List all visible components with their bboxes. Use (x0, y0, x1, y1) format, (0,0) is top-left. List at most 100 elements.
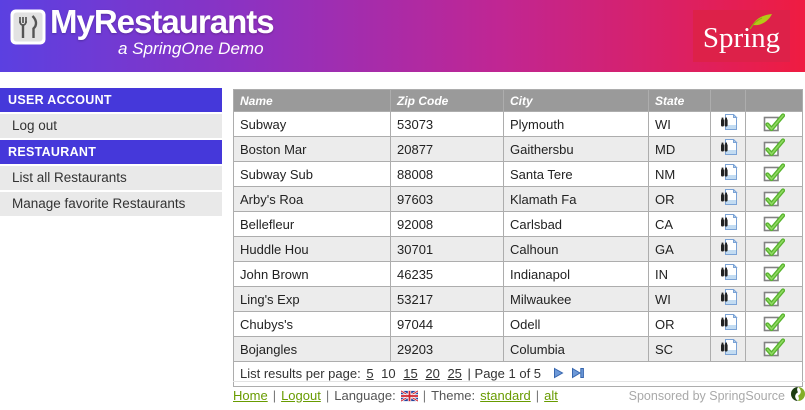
view-details-button[interactable] (719, 239, 738, 256)
favorite-checkbox[interactable] (763, 138, 785, 157)
column-header-name: Name (234, 90, 391, 112)
view-details-button[interactable] (719, 114, 738, 131)
sidebar-section-restaurant: RESTAURANT (0, 140, 222, 166)
page-subtitle: a SpringOne Demo (118, 39, 274, 59)
logout-link[interactable]: Logout (281, 388, 321, 403)
table-header-row: Name Zip Code City State (234, 90, 803, 112)
separator: | (536, 388, 539, 403)
cell-state: IN (649, 262, 711, 287)
cell-zip: 97603 (391, 187, 504, 212)
cell-name: Bojangles (234, 337, 391, 362)
cell-name: Chubys's (234, 312, 391, 337)
sidebar-item-logout[interactable]: Log out (0, 114, 222, 140)
cell-zip: 20877 (391, 137, 504, 162)
theme-label: Theme: (431, 388, 475, 403)
favorite-checkbox[interactable] (763, 288, 785, 307)
table-row: Subway Sub 88008 Santa Tere NM (234, 162, 803, 187)
next-page-button[interactable] (553, 367, 564, 379)
cell-city: Klamath Fa (504, 187, 649, 212)
table-row: Arby's Roa 97603 Klamath Fa OR (234, 187, 803, 212)
table-row: Bellefleur 92008 Carlsbad CA (234, 212, 803, 237)
favorite-checked-icon (763, 245, 785, 260)
sponsor-text: Sponsored by SpringSource (629, 389, 785, 403)
view-details-icon (719, 194, 738, 209)
favorite-checkbox[interactable] (763, 188, 785, 207)
favorite-checked-icon (763, 170, 785, 185)
column-header-zip: Zip Code (391, 90, 504, 112)
per-page-option-15[interactable]: 15 (403, 366, 417, 381)
view-details-button[interactable] (719, 314, 738, 331)
view-details-icon (719, 244, 738, 259)
cell-zip: 29203 (391, 337, 504, 362)
page: MyRestaurants a SpringOne Demo Spring US… (0, 0, 805, 410)
next-page-icon (553, 367, 564, 382)
favorite-checkbox[interactable] (763, 238, 785, 257)
view-details-icon (719, 119, 738, 134)
cell-state: SC (649, 337, 711, 362)
cell-name: Ling's Exp (234, 287, 391, 312)
favorite-checkbox[interactable] (763, 163, 785, 182)
per-page-option-5[interactable]: 5 (366, 366, 373, 381)
favorite-checked-icon (763, 345, 785, 360)
cell-state: OR (649, 312, 711, 337)
cell-zip: 53073 (391, 112, 504, 137)
sidebar-item-manage-favorite-restaurants[interactable]: Manage favorite Restaurants (0, 192, 222, 218)
table-row: Subway 53073 Plymouth WI (234, 112, 803, 137)
favorite-checkbox[interactable] (763, 213, 785, 232)
view-details-button[interactable] (719, 264, 738, 281)
favorite-checkbox[interactable] (763, 338, 785, 357)
leaf-icon (749, 13, 773, 34)
springsource-logo-icon (791, 387, 805, 404)
view-details-button[interactable] (719, 164, 738, 181)
cell-city: Milwaukee (504, 287, 649, 312)
favorite-checkbox[interactable] (763, 313, 785, 332)
favorite-checkbox[interactable] (763, 113, 785, 132)
separator: | (326, 388, 329, 403)
cell-name: Subway (234, 112, 391, 137)
last-page-button[interactable] (571, 367, 585, 379)
cell-state: GA (649, 237, 711, 262)
cell-zip: 88008 (391, 162, 504, 187)
view-details-icon (719, 169, 738, 184)
favorite-checked-icon (763, 320, 785, 335)
app-header: MyRestaurants a SpringOne Demo Spring (0, 0, 805, 72)
cell-state: CA (649, 212, 711, 237)
view-details-button[interactable] (719, 214, 738, 231)
cell-state: MD (649, 137, 711, 162)
per-page-option-25[interactable]: 25 (447, 366, 461, 381)
table-row: Ling's Exp 53217 Milwaukee WI (234, 287, 803, 312)
view-details-button[interactable] (719, 139, 738, 156)
cell-zip: 46235 (391, 262, 504, 287)
table-row: Boston Mar 20877 Gaithersbu MD (234, 137, 803, 162)
page-title: MyRestaurants (50, 2, 274, 42)
favorite-checked-icon (763, 295, 785, 310)
favorite-checkbox[interactable] (763, 263, 785, 282)
cell-city: Santa Tere (504, 162, 649, 187)
cell-name: John Brown (234, 262, 391, 287)
theme-alt-link[interactable]: alt (544, 388, 558, 403)
view-details-button[interactable] (719, 339, 738, 356)
per-page-option-10-current: 10 (381, 366, 395, 381)
cell-city: Calhoun (504, 237, 649, 262)
sidebar-item-list-all-restaurants[interactable]: List all Restaurants (0, 166, 222, 192)
view-details-icon (719, 344, 738, 359)
uk-flag-icon[interactable] (401, 390, 418, 402)
cell-city: Columbia (504, 337, 649, 362)
table-row: Chubys's 97044 Odell OR (234, 312, 803, 337)
view-details-icon (719, 269, 738, 284)
cell-zip: 97044 (391, 312, 504, 337)
column-header-view (711, 90, 746, 112)
column-header-favorite (746, 90, 803, 112)
theme-standard-link[interactable]: standard (480, 388, 531, 403)
column-header-state: State (649, 90, 711, 112)
view-details-button[interactable] (719, 189, 738, 206)
per-page-option-20[interactable]: 20 (425, 366, 439, 381)
language-label: Language: (334, 388, 395, 403)
favorite-checked-icon (763, 220, 785, 235)
column-header-city: City (504, 90, 649, 112)
view-details-button[interactable] (719, 289, 738, 306)
last-page-icon (571, 367, 585, 382)
sidebar: USER ACCOUNT Log out RESTAURANT List all… (0, 88, 222, 218)
view-details-icon (719, 294, 738, 309)
home-link[interactable]: Home (233, 388, 268, 403)
